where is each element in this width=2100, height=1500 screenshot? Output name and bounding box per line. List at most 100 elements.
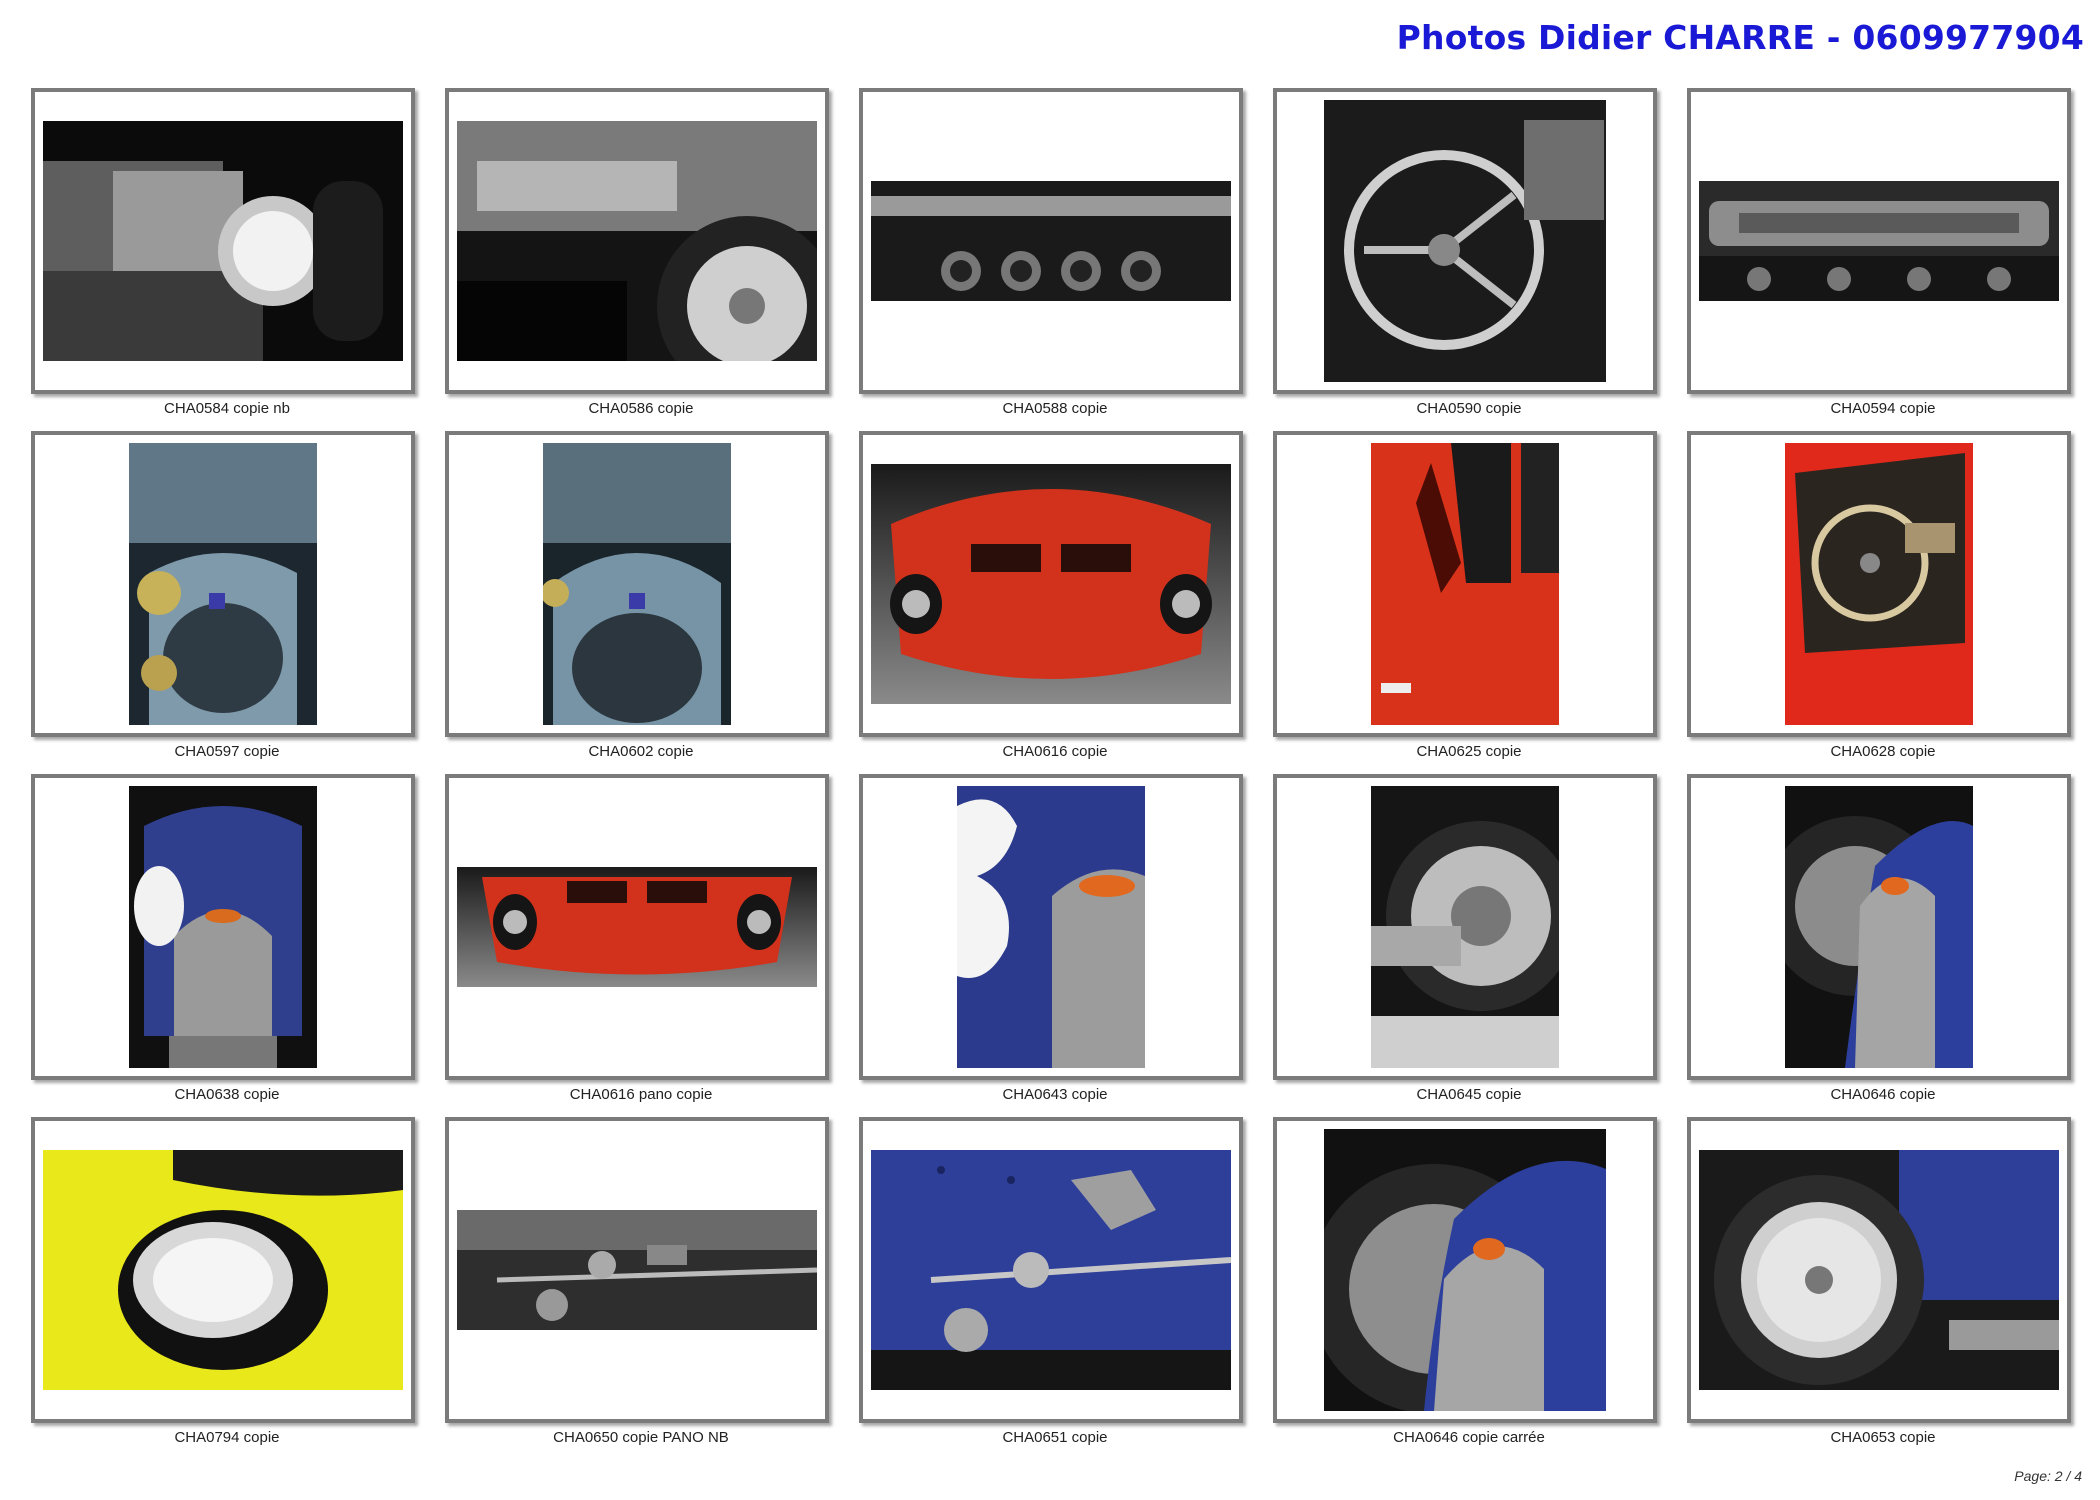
photo-thumbnail[interactable] bbox=[457, 121, 817, 361]
photo-thumbnail[interactable] bbox=[1371, 443, 1559, 725]
photo-caption: CHA0602 copie bbox=[588, 743, 694, 760]
photo-thumbnail[interactable] bbox=[1785, 786, 1973, 1068]
photo-card[interactable]: CHA0646 copie carrée bbox=[1273, 1117, 1657, 1460]
photo-thumbnail[interactable] bbox=[1699, 181, 2059, 301]
photo-caption: CHA0646 copie bbox=[1830, 1086, 1936, 1103]
photo-frame bbox=[1687, 1117, 2071, 1423]
photo-thumbnail[interactable] bbox=[543, 443, 731, 725]
photo-frame bbox=[31, 88, 415, 394]
photo-frame bbox=[1273, 1117, 1657, 1423]
photo-thumbnail[interactable] bbox=[871, 1150, 1231, 1390]
photo-caption: CHA0650 copie PANO NB bbox=[553, 1429, 729, 1446]
blue-racer-grille-image bbox=[129, 786, 317, 1068]
photo-card[interactable]: CHA0616 pano copie bbox=[445, 774, 829, 1117]
photo-frame bbox=[859, 431, 1243, 737]
photo-card[interactable]: CHA0653 copie bbox=[1687, 1117, 2071, 1460]
page-title: Photos Didier CHARRE - 0609977904 bbox=[1396, 18, 2084, 57]
photo-caption: CHA0625 copie bbox=[1416, 743, 1522, 760]
yellow-car-headlight-image bbox=[43, 1150, 403, 1390]
photo-caption: CHA0638 copie bbox=[174, 1086, 280, 1103]
spoke-wheel-blue-car-image bbox=[1699, 1150, 2059, 1390]
bw-engine-headlamp-image bbox=[43, 121, 403, 361]
photo-thumbnail[interactable] bbox=[457, 1210, 817, 1330]
blue-racer-wheel-grille-image bbox=[1785, 786, 1973, 1068]
photo-thumbnail[interactable] bbox=[457, 867, 817, 987]
photo-caption: CHA0628 copie bbox=[1830, 743, 1936, 760]
photo-caption: CHA0645 copie bbox=[1416, 1086, 1522, 1103]
photo-frame bbox=[31, 774, 415, 1080]
photo-thumbnail[interactable] bbox=[1371, 786, 1559, 1068]
photo-thumbnail[interactable] bbox=[129, 786, 317, 1068]
photo-thumbnail[interactable] bbox=[871, 464, 1231, 704]
bw-engine-wheel-image bbox=[457, 121, 817, 361]
photo-frame bbox=[1273, 88, 1657, 394]
photo-thumbnail[interactable] bbox=[1324, 100, 1606, 382]
photo-card[interactable]: CHA0597 copie bbox=[31, 431, 415, 774]
photo-frame bbox=[445, 88, 829, 394]
photo-caption: CHA0646 copie carrée bbox=[1393, 1429, 1545, 1446]
photo-frame bbox=[859, 88, 1243, 394]
photo-thumbnail[interactable] bbox=[43, 1150, 403, 1390]
photo-caption: CHA0586 copie bbox=[588, 400, 694, 417]
photo-card[interactable]: CHA0645 copie bbox=[1273, 774, 1657, 1117]
photo-caption: CHA0590 copie bbox=[1416, 400, 1522, 417]
photo-frame bbox=[1687, 774, 2071, 1080]
photo-card[interactable]: CHA0638 copie bbox=[31, 774, 415, 1117]
photo-frame bbox=[1687, 431, 2071, 737]
photo-thumbnail[interactable] bbox=[957, 786, 1145, 1068]
photo-frame bbox=[859, 1117, 1243, 1423]
photo-grid: CHA0584 copie nb CHA0586 copie CHA0588 c… bbox=[31, 88, 2071, 1460]
photo-caption: CHA0588 copie bbox=[1002, 400, 1108, 417]
photo-thumbnail[interactable] bbox=[129, 443, 317, 725]
bw-steering-wheel-image bbox=[1324, 100, 1606, 382]
photo-card[interactable]: CHA0586 copie bbox=[445, 88, 829, 431]
photo-frame bbox=[445, 1117, 829, 1423]
photo-frame bbox=[1273, 431, 1657, 737]
photo-card[interactable]: CHA0651 copie bbox=[859, 1117, 1243, 1460]
photo-frame bbox=[445, 774, 829, 1080]
photo-caption: CHA0643 copie bbox=[1002, 1086, 1108, 1103]
photo-frame bbox=[1687, 88, 2071, 394]
photo-card[interactable]: CHA0650 copie PANO NB bbox=[445, 1117, 829, 1460]
red-supercar-front-image bbox=[871, 464, 1231, 704]
photo-caption: CHA0794 copie bbox=[174, 1429, 280, 1446]
photo-card[interactable]: CHA0794 copie bbox=[31, 1117, 415, 1460]
photo-card[interactable]: CHA0602 copie bbox=[445, 431, 829, 774]
photo-caption: CHA0616 pano copie bbox=[569, 1086, 713, 1103]
blue-racer-wheel-square-image bbox=[1324, 1129, 1606, 1411]
photo-thumbnail[interactable] bbox=[1324, 1129, 1606, 1411]
photo-card[interactable]: CHA0646 copie bbox=[1687, 774, 2071, 1117]
photo-card[interactable]: CHA0625 copie bbox=[1273, 431, 1657, 774]
photo-card[interactable]: CHA0643 copie bbox=[859, 774, 1243, 1117]
photo-card[interactable]: CHA0590 copie bbox=[1273, 88, 1657, 431]
red-car-side-vents-image bbox=[1371, 443, 1559, 725]
photo-thumbnail[interactable] bbox=[871, 181, 1231, 301]
bw-engine-cover-image bbox=[1699, 181, 2059, 301]
blue-car-front-image bbox=[129, 443, 317, 725]
photo-caption: CHA0651 copie bbox=[1002, 1429, 1108, 1446]
bw-linkage-pano-image bbox=[457, 1210, 817, 1330]
bw-wheel-suspension-image bbox=[1371, 786, 1559, 1068]
photo-card[interactable]: CHA0584 copie nb bbox=[31, 88, 415, 431]
photo-caption: CHA0616 copie bbox=[1002, 743, 1108, 760]
photo-frame bbox=[445, 431, 829, 737]
photo-thumbnail[interactable] bbox=[43, 121, 403, 361]
photo-card[interactable]: CHA0588 copie bbox=[859, 88, 1243, 431]
photo-caption: CHA0584 copie nb bbox=[164, 400, 290, 417]
photo-card[interactable]: CHA0616 copie bbox=[859, 431, 1243, 774]
photo-thumbnail[interactable] bbox=[1699, 1150, 2059, 1390]
photo-thumbnail[interactable] bbox=[1785, 443, 1973, 725]
red-car-cockpit-image bbox=[1785, 443, 1973, 725]
red-supercar-pano-image bbox=[457, 867, 817, 987]
photo-card[interactable]: CHA0628 copie bbox=[1687, 431, 2071, 774]
blue-body-linkage-image bbox=[871, 1150, 1231, 1390]
photo-caption: CHA0594 copie bbox=[1830, 400, 1936, 417]
blue-car-grille-image bbox=[543, 443, 731, 725]
photo-card[interactable]: CHA0594 copie bbox=[1687, 88, 2071, 431]
photo-caption: CHA0653 copie bbox=[1830, 1429, 1936, 1446]
photo-frame bbox=[1273, 774, 1657, 1080]
photo-frame bbox=[31, 1117, 415, 1423]
blue-racer-number-image bbox=[957, 786, 1145, 1068]
bw-carburetors-pano-image bbox=[871, 181, 1231, 301]
page-number: Page: 2 / 4 bbox=[2014, 1468, 2082, 1484]
